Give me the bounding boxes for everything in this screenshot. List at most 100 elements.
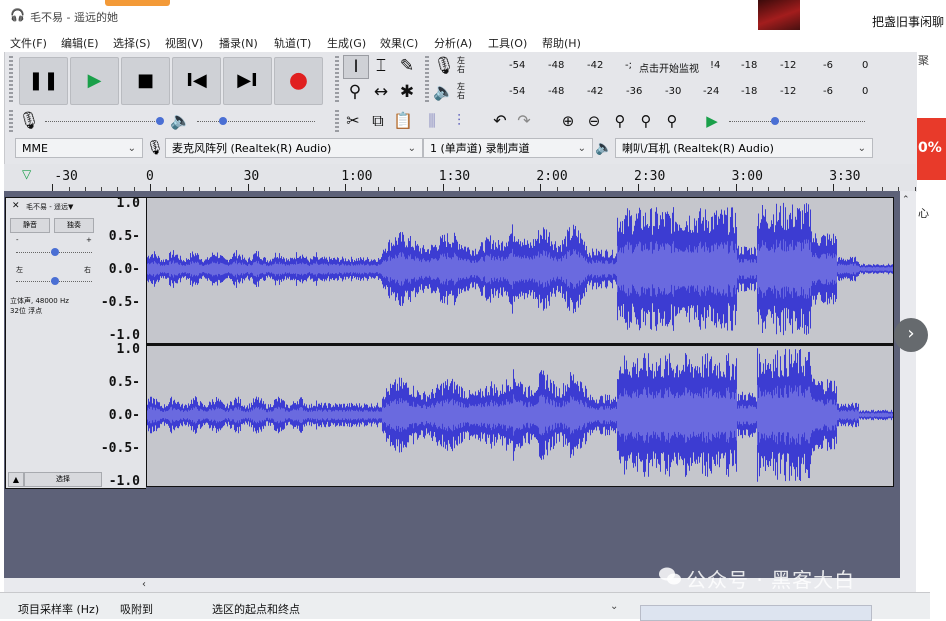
toolbar-grip[interactable] [335, 56, 339, 104]
cut-icon[interactable]: ✂ [342, 110, 364, 132]
fit-selection-icon[interactable]: ⚲ [609, 110, 631, 132]
zoom-out-icon[interactable]: ⊖ [583, 110, 605, 132]
copy-icon[interactable]: ⧉ [367, 110, 389, 132]
pan-thumb[interactable] [51, 277, 59, 285]
timeline-label: 3:30 [829, 169, 861, 184]
scroll-up-icon[interactable]: ⌃ [902, 195, 910, 205]
record-volume-thumb[interactable] [156, 117, 164, 125]
output-device-select[interactable]: 喇叭/耳机 (Realtek(R) Audio) ⌄ [615, 138, 873, 158]
meter-tick: -24 [703, 86, 720, 97]
mute-button[interactable]: 静音 [10, 218, 50, 233]
menu-help[interactable]: 帮助(H) [542, 35, 581, 51]
menu-tracks[interactable]: 轨道(T) [274, 35, 311, 51]
selection-time-control[interactable] [640, 605, 872, 621]
amplitude-label: 1.0 [116, 196, 140, 211]
trim-icon[interactable]: ⫼ [421, 110, 443, 132]
meter-lr-label: 左右 [457, 56, 465, 74]
skip-to-start-button[interactable]: I◀ [172, 57, 221, 105]
envelope-tool-icon[interactable]: ⌶ [369, 55, 393, 77]
meter-tick: -18 [741, 60, 758, 71]
solo-button[interactable]: 独奏 [54, 218, 94, 233]
channels-select[interactable]: 1 (单声道) 录制声道 ⌄ [423, 138, 593, 158]
waveform-channel [147, 202, 893, 336]
play-speed-slider[interactable] [729, 120, 865, 122]
menu-edit[interactable]: 编辑(E) [61, 35, 99, 51]
play-at-speed-icon[interactable]: ▶ [701, 110, 723, 132]
meter-tick: -48 [548, 60, 565, 71]
menu-effect[interactable]: 效果(C) [380, 35, 418, 51]
timeshift-tool-icon[interactable]: ↔ [369, 81, 393, 103]
timeline-tick [638, 184, 639, 191]
record-meter[interactable]: -54 -48 -42 -; 点击开始监视 !4 -18 -12 -6 0 [475, 55, 875, 77]
menu-file[interactable]: 文件(F) [10, 35, 47, 51]
amplitude-label: -0.5- [100, 441, 140, 456]
pause-button[interactable]: ❚❚ [19, 57, 68, 105]
meter-tick: -12 [780, 60, 797, 71]
menu-record[interactable]: 播录(N) [219, 35, 258, 51]
draw-tool-icon[interactable]: ✎ [395, 55, 419, 77]
timeline-label: 3:00 [731, 169, 763, 184]
timeline-tick [345, 184, 347, 191]
track-name-menu[interactable]: 毛不易 - 遥远▼ [26, 202, 73, 212]
paste-icon[interactable]: 📋 [392, 110, 414, 132]
chevron-down-icon[interactable]: ⌄ [610, 601, 618, 612]
zoom-toggle-icon[interactable]: ⚲ [661, 110, 683, 132]
play-head-icon[interactable]: ▽ [22, 167, 31, 181]
menu-view[interactable]: 视图(V) [165, 35, 203, 51]
menu-select[interactable]: 选择(S) [113, 35, 151, 51]
play-button[interactable]: ▶ [70, 57, 119, 105]
playback-volume-thumb[interactable] [219, 117, 227, 125]
zoom-tool-icon[interactable]: ⚲ [343, 81, 367, 103]
play-meter-speaker-icon[interactable]: 🔈 [432, 81, 456, 103]
undo-icon[interactable]: ↶ [489, 110, 511, 132]
select-track-button[interactable]: 选择 [24, 472, 102, 487]
skip-end-icon: ▶I [237, 70, 258, 91]
track-close-button[interactable]: ✕ [12, 201, 20, 211]
menu-tools[interactable]: 工具(O) [488, 35, 527, 51]
record-button[interactable]: ● [274, 57, 323, 105]
mixer-speaker-icon: 🔈 [170, 111, 192, 131]
stop-button[interactable]: ■ [121, 57, 170, 105]
menu-analyze[interactable]: 分析(A) [434, 35, 472, 51]
play-speed-thumb[interactable] [771, 117, 779, 125]
amplitude-label: -1.0 [108, 474, 140, 489]
window-title: 毛不易 - 遥远的她 [30, 11, 118, 24]
zoom-in-icon[interactable]: ⊕ [557, 110, 579, 132]
redo-icon[interactable]: ↷ [513, 110, 535, 132]
record-meter-mic-icon[interactable]: 🎙 [432, 55, 456, 77]
menu-generate[interactable]: 生成(G) [327, 35, 366, 51]
meter-tick: -6 [823, 86, 833, 97]
skip-to-end-button[interactable]: ▶I [223, 57, 272, 105]
record-volume-slider[interactable] [45, 120, 163, 122]
meter-tick: -30 [665, 86, 682, 97]
amplitude-label: 0.0- [108, 408, 140, 423]
scroll-left-icon[interactable]: ‹ [142, 579, 146, 590]
playback-volume-slider[interactable] [197, 120, 315, 122]
vertical-scrollbar[interactable]: ⌃ [900, 191, 916, 578]
overlay-next-arrow-icon[interactable]: › [894, 318, 928, 352]
timeline-tick [52, 184, 54, 191]
fit-project-icon[interactable]: ⚲ [635, 110, 657, 132]
audio-host-select[interactable]: MME ⌄ [15, 138, 143, 158]
input-device-select[interactable]: 麦克风阵列 (Realtek(R) Audio) ⌄ [165, 138, 423, 158]
toolbar-grip[interactable] [9, 110, 13, 132]
meter-monitor-hint[interactable]: 点击开始监视 [639, 60, 699, 75]
overlay-side-char: 心 [918, 207, 929, 220]
toolbar-grip[interactable] [9, 56, 13, 104]
toolbar-grip[interactable] [425, 56, 429, 104]
collapse-track-button[interactable]: ▲ [8, 472, 24, 487]
timeline-ruler[interactable]: -30 0 30 1:00 1:30 2:00 2:30 3:00 3:30 [4, 164, 916, 191]
channel-divider [146, 343, 894, 346]
multi-tool-icon[interactable]: ✱ [395, 81, 419, 103]
selection-tool-icon[interactable]: I [343, 55, 369, 79]
waveform-display[interactable] [146, 197, 894, 487]
track-control-panel: ✕ 毛不易 - 遥远▼ 静音 独奏 - + 左 右 立体声, 48000 Hz … [5, 197, 103, 489]
playback-meter[interactable]: -54 -48 -42 -36 -30 -24 -18 -12 -6 0 [475, 81, 875, 103]
silence-icon[interactable]: ⫶ [448, 110, 470, 132]
menu-bar: 文件(F) 编辑(E) 选择(S) 视图(V) 播录(N) 轨道(T) 生成(G… [0, 30, 916, 52]
amplitude-ruler: 1.0 0.5- 0.0- -0.5- -1.0 1.0 0.5- 0.0- -0.5- -1.0 [100, 196, 146, 489]
chevron-down-icon: ⌄ [127, 143, 136, 154]
timeline-label: 2:00 [536, 169, 568, 184]
toolbar-grip[interactable] [335, 110, 339, 132]
gain-thumb[interactable] [51, 248, 59, 256]
